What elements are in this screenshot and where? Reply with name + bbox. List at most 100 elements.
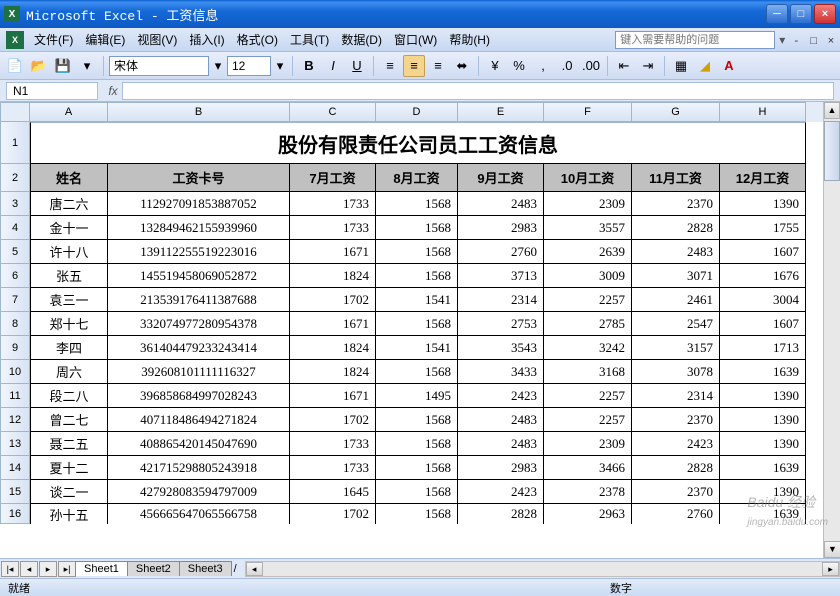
cell[interactable]: 1671: [290, 240, 376, 264]
cell[interactable]: 112927091853887052: [108, 192, 290, 216]
row-header[interactable]: 4: [0, 216, 30, 240]
cell[interactable]: 金十一: [30, 216, 108, 240]
cell[interactable]: 2370: [632, 192, 720, 216]
cell[interactable]: 周六: [30, 360, 108, 384]
col-header[interactable]: B: [108, 102, 290, 122]
cell[interactable]: 1702: [290, 288, 376, 312]
title-merged-cell[interactable]: 股份有限责任公司员工工资信息: [30, 122, 806, 164]
cell[interactable]: 2423: [458, 384, 544, 408]
cell[interactable]: 1824: [290, 336, 376, 360]
cell[interactable]: 1676: [720, 264, 806, 288]
sheet-tab[interactable]: Sheet3: [179, 561, 232, 576]
cell[interactable]: 408865420145047690: [108, 432, 290, 456]
size-dropdown-icon[interactable]: ▾: [273, 55, 287, 77]
cell[interactable]: 1495: [376, 384, 458, 408]
merge-center-button[interactable]: ⬌: [451, 55, 473, 77]
cell[interactable]: 张五: [30, 264, 108, 288]
cell[interactable]: 2963: [544, 504, 632, 524]
cell[interactable]: 1671: [290, 384, 376, 408]
row-header[interactable]: 15: [0, 480, 30, 504]
menu-insert[interactable]: 插入(I): [183, 29, 230, 50]
cell[interactable]: 2547: [632, 312, 720, 336]
font-select[interactable]: [109, 56, 209, 76]
cell[interactable]: 427928083594797009: [108, 480, 290, 504]
cell[interactable]: 361404479233243414: [108, 336, 290, 360]
cell[interactable]: 1568: [376, 312, 458, 336]
sheet-tab[interactable]: Sheet1: [75, 561, 128, 576]
formula-input[interactable]: [122, 82, 834, 100]
cell[interactable]: 1568: [376, 192, 458, 216]
cell[interactable]: 1568: [376, 408, 458, 432]
cell[interactable]: 2378: [544, 480, 632, 504]
font-dropdown-icon[interactable]: ▾: [211, 55, 225, 77]
cell[interactable]: 2983: [458, 216, 544, 240]
col-header[interactable]: H: [720, 102, 806, 122]
fill-color-button[interactable]: ◢: [694, 55, 716, 77]
cell[interactable]: 2423: [458, 480, 544, 504]
cell[interactable]: 2753: [458, 312, 544, 336]
close-button[interactable]: ×: [814, 4, 836, 24]
row-header[interactable]: 10: [0, 360, 30, 384]
cell[interactable]: 郑十七: [30, 312, 108, 336]
row-header[interactable]: 7: [0, 288, 30, 312]
font-color-button[interactable]: A: [718, 55, 740, 77]
cell[interactable]: 456665647065566758: [108, 504, 290, 524]
menu-window[interactable]: 窗口(W): [388, 29, 443, 50]
scroll-left-icon[interactable]: ◂: [246, 562, 263, 576]
cell[interactable]: 332074977280954378: [108, 312, 290, 336]
cell[interactable]: 1702: [290, 408, 376, 432]
cell[interactable]: 2461: [632, 288, 720, 312]
cell[interactable]: 1541: [376, 288, 458, 312]
header-cell[interactable]: 10月工资: [544, 164, 632, 192]
cell[interactable]: 2983: [458, 456, 544, 480]
increase-indent-button[interactable]: ⇥: [637, 55, 659, 77]
cell[interactable]: 1390: [720, 408, 806, 432]
percent-button[interactable]: %: [508, 55, 530, 77]
new-icon[interactable]: 📄: [4, 55, 26, 77]
cell[interactable]: 1824: [290, 264, 376, 288]
cell[interactable]: 2370: [632, 480, 720, 504]
cell[interactable]: 421715298805243918: [108, 456, 290, 480]
comma-button[interactable]: ,: [532, 55, 554, 77]
decrease-indent-button[interactable]: ⇤: [613, 55, 635, 77]
cell[interactable]: 3168: [544, 360, 632, 384]
header-cell[interactable]: 8月工资: [376, 164, 458, 192]
align-right-button[interactable]: ≡: [427, 55, 449, 77]
cell[interactable]: 孙十五: [30, 504, 108, 524]
cell[interactable]: 夏十二: [30, 456, 108, 480]
row-header[interactable]: 13: [0, 432, 30, 456]
col-header[interactable]: A: [30, 102, 108, 122]
cell[interactable]: 396858684997028243: [108, 384, 290, 408]
cell[interactable]: 1713: [720, 336, 806, 360]
decrease-decimal-button[interactable]: .00: [580, 55, 602, 77]
cell[interactable]: 213539176411387688: [108, 288, 290, 312]
row-header[interactable]: 5: [0, 240, 30, 264]
scroll-thumb[interactable]: [824, 121, 840, 181]
save-icon[interactable]: 💾: [52, 55, 74, 77]
cell[interactable]: 聂二五: [30, 432, 108, 456]
cell[interactable]: 1568: [376, 216, 458, 240]
cell[interactable]: 1541: [376, 336, 458, 360]
cell[interactable]: 1702: [290, 504, 376, 524]
cell[interactable]: 2483: [458, 192, 544, 216]
toolbar-overflow-icon[interactable]: ▾: [76, 55, 98, 77]
cell[interactable]: 1568: [376, 432, 458, 456]
cell[interactable]: 1639: [720, 456, 806, 480]
cell[interactable]: 2314: [632, 384, 720, 408]
cell[interactable]: 2483: [458, 432, 544, 456]
cell[interactable]: 407118486494271824: [108, 408, 290, 432]
cell[interactable]: 145519458069052872: [108, 264, 290, 288]
cell[interactable]: 3433: [458, 360, 544, 384]
col-header[interactable]: F: [544, 102, 632, 122]
row-header[interactable]: 12: [0, 408, 30, 432]
col-header[interactable]: C: [290, 102, 376, 122]
name-box[interactable]: [6, 82, 98, 100]
cell[interactable]: 2370: [632, 408, 720, 432]
cell[interactable]: 1390: [720, 192, 806, 216]
menu-edit[interactable]: 编辑(E): [79, 29, 131, 50]
cell[interactable]: 1390: [720, 480, 806, 504]
tab-nav-next-icon[interactable]: ▸: [39, 561, 57, 577]
underline-button[interactable]: U: [346, 55, 368, 77]
cell[interactable]: 唐二六: [30, 192, 108, 216]
cell[interactable]: 2314: [458, 288, 544, 312]
